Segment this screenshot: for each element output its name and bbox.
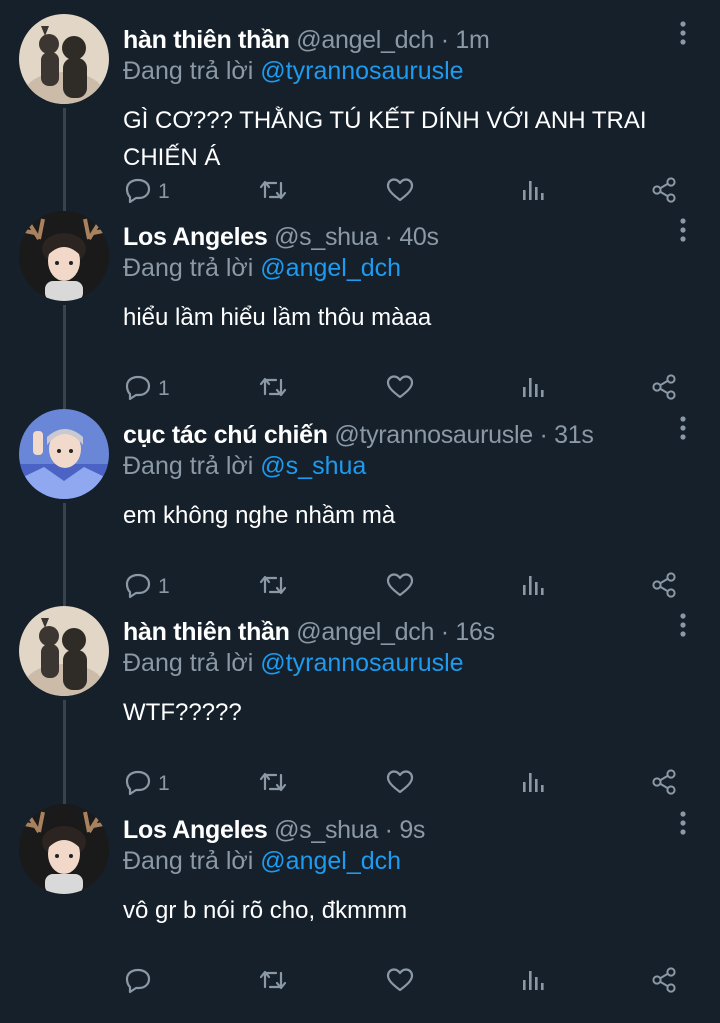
avatar-image	[19, 409, 109, 499]
user-handle[interactable]: @angel_dch	[296, 26, 434, 54]
user-handle[interactable]: @s_shua	[274, 223, 378, 251]
replying-to: Đang trả lời @angel_dch	[123, 253, 401, 283]
retweet-button[interactable]	[258, 968, 288, 996]
heart-icon	[386, 967, 414, 998]
replying-to-handle[interactable]: @tyrannosaurusle	[260, 649, 463, 677]
avatar-image	[19, 804, 109, 894]
replying-to-handle[interactable]: @angel_dch	[260, 254, 401, 282]
avatar-image	[19, 211, 109, 301]
display-name[interactable]: cục tác chú chiến	[123, 421, 328, 449]
avatar[interactable]	[19, 804, 109, 894]
replying-to-label: Đang trả lời	[123, 649, 254, 677]
display-name[interactable]: Los Angeles	[123, 223, 268, 251]
more-vertical-icon[interactable]	[672, 413, 694, 443]
reply-button[interactable]	[124, 968, 158, 996]
tweet-text: GÌ CƠ??? THẰNG TÚ KẾT DÍNH VỚI ANH TRAI …	[123, 107, 647, 171]
avatar[interactable]	[19, 409, 109, 499]
user-handle[interactable]: @tyrannosaurusle	[334, 421, 533, 449]
retweet-icon	[258, 967, 288, 998]
timestamp[interactable]: 16s	[455, 618, 495, 646]
views-button[interactable]	[521, 968, 545, 996]
thread-connector	[63, 700, 66, 804]
thread-connector	[63, 108, 66, 211]
replying-to-handle[interactable]: @s_shua	[260, 452, 366, 480]
more-vertical-icon[interactable]	[672, 215, 694, 245]
tweet-header: Los Angeles @s_shua · 9s	[123, 815, 425, 845]
display-name[interactable]: Los Angeles	[123, 816, 268, 844]
tweet-text: hiểu lầm hiểu lầm thôu màaa	[123, 304, 432, 331]
separator-dot: ·	[532, 421, 555, 449]
avatar-image	[19, 606, 109, 696]
replying-to: Đang trả lời @s_shua	[123, 451, 366, 481]
tweet-text: vô gr b nói rõ cho, đkmmm	[123, 897, 408, 924]
avatar[interactable]	[19, 606, 109, 696]
timestamp[interactable]: 1m	[455, 26, 489, 54]
tweet-text: em không nghe nhầm mà	[123, 502, 396, 529]
separator-dot: ·	[434, 26, 456, 54]
more-vertical-icon[interactable]	[672, 808, 694, 838]
display-name[interactable]: hàn thiên thần	[123, 618, 290, 646]
share-button[interactable]	[650, 966, 678, 999]
analytics-icon	[521, 968, 545, 997]
thread-connector	[63, 305, 66, 409]
tweet-text: WTF?????	[123, 699, 242, 726]
avatar[interactable]	[19, 211, 109, 301]
replying-to-label: Đang trả lời	[123, 452, 254, 480]
more-vertical-icon[interactable]	[672, 610, 694, 640]
separator-dot: ·	[434, 618, 456, 646]
avatar[interactable]	[19, 14, 109, 104]
tweet[interactable]: hàn thiên thần @angel_dch · 16s Đang trả …	[0, 592, 720, 804]
thread-connector	[63, 503, 66, 606]
tweet-header: hàn thiên thần @angel_dch · 16s	[123, 617, 495, 647]
reply-icon	[124, 966, 152, 999]
replying-to: Đang trả lời @tyrannosaurusle	[123, 648, 464, 678]
timestamp[interactable]: 9s	[399, 816, 425, 844]
tweet[interactable]: Los Angeles @s_shua · 40s Đang trả lời @a…	[0, 197, 720, 409]
replying-to: Đang trả lời @tyrannosaurusle	[123, 56, 464, 86]
user-handle[interactable]: @angel_dch	[296, 618, 434, 646]
tweet-header: Los Angeles @s_shua · 40s	[123, 222, 439, 252]
like-button[interactable]	[386, 967, 414, 998]
tweet[interactable]: hàn thiên thần @angel_dch · 1m Đang trả l…	[0, 0, 720, 211]
tweet-header: cục tác chú chiến @tyrannosaurusle · 31s	[123, 420, 594, 450]
replying-to-label: Đang trả lời	[123, 254, 254, 282]
replying-to-handle[interactable]: @tyrannosaurusle	[260, 57, 463, 85]
replying-to-handle[interactable]: @angel_dch	[260, 847, 401, 875]
tweet[interactable]: Los Angeles @s_shua · 9s Đang trả lời @an…	[0, 790, 720, 993]
reply-thread: hàn thiên thần @angel_dch · 1m Đang trả l…	[0, 0, 720, 1023]
separator-dot: ·	[377, 223, 400, 251]
display-name[interactable]: hàn thiên thần	[123, 26, 290, 54]
replying-to-label: Đang trả lời	[123, 847, 254, 875]
replying-to: Đang trả lời @angel_dch	[123, 846, 401, 876]
more-vertical-icon[interactable]	[672, 18, 694, 48]
tweet[interactable]: cục tác chú chiến @tyrannosaurusle · 31s…	[0, 395, 720, 606]
user-handle[interactable]: @s_shua	[274, 816, 378, 844]
replying-to-label: Đang trả lời	[123, 57, 254, 85]
tweet-header: hàn thiên thần @angel_dch · 1m	[123, 25, 490, 55]
timestamp[interactable]: 40s	[399, 223, 439, 251]
timestamp[interactable]: 31s	[554, 421, 594, 449]
share-icon	[650, 966, 678, 999]
avatar-image	[19, 14, 109, 104]
separator-dot: ·	[377, 816, 400, 844]
